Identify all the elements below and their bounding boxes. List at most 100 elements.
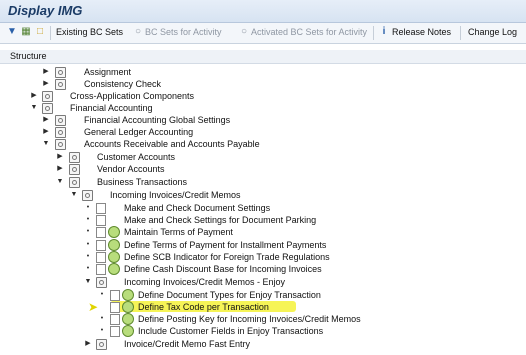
tree-node-ar-ap[interactable]: ▼ Accounts Receivable and Accounts Payab… [0,138,526,150]
img-activity-icon [69,164,80,175]
bc-sets-for-activity-button[interactable]: BC Sets for Activity [145,25,222,40]
tree-node-define-terms-installment[interactable]: • Define Terms of Payment for Installmen… [0,239,526,251]
structure-header: Structure [0,50,526,64]
collapse-arrow-icon[interactable]: ▼ [84,277,92,287]
tree-node-make-check-doc-settings[interactable]: • Make and Check Document Settings [0,202,526,214]
execute-clock-icon[interactable] [122,301,134,313]
tree-node-label: General Ledger Accounting [84,127,194,137]
toolbar-separator [50,26,51,40]
toolbar-separator [460,26,461,40]
document-icon [96,215,106,226]
execute-clock-icon[interactable] [108,263,120,275]
tree-node-fa-global-settings[interactable]: ▶ Financial Accounting Global Settings [0,114,526,126]
collapse-arrow-icon[interactable]: ▼ [70,190,78,200]
release-notes-button[interactable]: Release Notes [392,25,451,40]
tree-node-label: Vendor Accounts [97,164,165,174]
bc-set-icon: ○ [134,26,142,37]
expand-arrow-icon[interactable]: ▶ [42,67,50,77]
tree-node-label: Define Terms of Payment for Installment … [124,240,327,250]
tree-node-maintain-terms[interactable]: • Maintain Terms of Payment [0,226,526,238]
img-activity-icon [55,115,66,126]
tree-node-make-check-parking[interactable]: • Make and Check Settings for Document P… [0,214,526,226]
img-activity-icon [82,190,93,201]
collapse-arrow-icon[interactable]: ▼ [42,139,50,149]
collapse-arrow-icon[interactable]: ▼ [30,103,38,113]
execute-clock-icon[interactable] [108,226,120,238]
tree-node-vendor-accounts[interactable]: ▶ Vendor Accounts [0,163,526,175]
activated-bc-sets-button[interactable]: Activated BC Sets for Activity [251,25,367,40]
bullet-icon: • [86,241,90,248]
img-activity-icon [69,177,80,188]
tree-node-label: Make and Check Document Settings [124,203,271,213]
tree-node-include-customer-fields[interactable]: • Include Customer Fields in Enjoy Trans… [0,325,526,337]
tree-node-define-doc-types[interactable]: • Define Document Types for Enjoy Transa… [0,289,526,301]
document-icon [96,264,106,275]
execute-clock-icon[interactable] [108,251,120,263]
expand-arrow-icon[interactable]: ▶ [30,91,38,101]
document-icon [110,314,120,325]
tree-node-define-posting-key[interactable]: • Define Posting Key for Incoming Invoic… [0,313,526,325]
tree-node-cross-application[interactable]: ▶ Cross-Application Components [0,90,526,102]
tree-node-label: Define Document Types for Enjoy Transact… [138,290,321,300]
filter-icon[interactable]: ▼ [6,26,18,38]
tree-node-customer-accounts[interactable]: ▶ Customer Accounts [0,151,526,163]
bullet-icon: • [86,216,90,223]
info-icon: i [382,26,386,37]
tree-node-assignment[interactable]: ▶ Assignment [0,66,526,78]
toolbar-separator [373,26,374,40]
document-icon [110,326,120,337]
tree-node-financial-accounting[interactable]: ▼ Financial Accounting [0,102,526,114]
existing-bc-sets-button[interactable]: Existing BC Sets [56,25,123,40]
expand-arrow-icon[interactable]: ▶ [42,79,50,89]
tree-node-define-tax-code[interactable]: ➤ Define Tax Code per Transaction [0,301,526,313]
folder-icon[interactable]: □ [34,26,46,38]
tree-node-label: Business Transactions [97,177,188,187]
expand-arrow-icon[interactable]: ▶ [56,164,64,174]
tree-node-label: Maintain Terms of Payment [124,227,233,237]
bullet-icon: • [86,265,90,272]
tree-node-label: Incoming Invoices/Credit Memos [110,190,241,200]
toolbar: ▼ ▦ □ Existing BC Sets ○ BC Sets for Act… [0,23,526,44]
tree-node-gl-accounting[interactable]: ▶ General Ledger Accounting [0,126,526,138]
execute-clock-icon[interactable] [122,325,134,337]
expand-arrow-icon[interactable]: ▶ [42,127,50,137]
expand-arrow-icon[interactable]: ▶ [84,339,92,349]
window-title: Display IMG [8,3,83,18]
tree-node-label: Define Cash Discount Base for Incoming I… [124,264,322,274]
tree-node-invoice-fast-entry[interactable]: ▶ Invoice/Credit Memo Fast Entry [0,338,526,350]
tree-node-define-cash-discount[interactable]: • Define Cash Discount Base for Incoming… [0,263,526,275]
execute-clock-icon[interactable] [108,239,120,251]
expand-arrow-icon[interactable]: ▶ [42,115,50,125]
tree-node-label: Financial Accounting Global Settings [84,115,231,125]
tree-node-define-scb[interactable]: • Define SCB Indicator for Foreign Trade… [0,251,526,263]
img-tree[interactable]: ▶ Assignment ▶ Consistency Check ▶ Cross… [0,64,526,355]
img-activity-icon [42,91,53,102]
tree-node-incoming-enjoy[interactable]: ▼ Incoming Invoices/Credit Memos - Enjoy [0,276,526,288]
img-activity-icon [42,103,53,114]
tree-node-label: Consistency Check [84,79,162,89]
bullet-icon: • [86,204,90,211]
tree-node-label: Include Customer Fields in Enjoy Transac… [138,326,324,336]
execute-clock-icon[interactable] [122,313,134,325]
change-log-button[interactable]: Change Log [468,25,517,40]
tree-node-label: Cross-Application Components [70,91,195,101]
bullet-icon: • [86,253,90,260]
tree-node-consistency-check[interactable]: ▶ Consistency Check [0,78,526,90]
bullet-icon: • [100,327,104,334]
tree-node-incoming-invoices[interactable]: ▼ Incoming Invoices/Credit Memos [0,189,526,201]
execute-clock-icon[interactable] [122,289,134,301]
expand-arrow-icon[interactable]: ▶ [56,152,64,162]
tree-node-business-transactions[interactable]: ▼ Business Transactions [0,176,526,188]
img-activity-icon [96,339,107,350]
pointer-icon: ➤ [88,300,99,314]
document-icon [96,203,106,214]
tree-node-label: Invoice/Credit Memo Fast Entry [124,339,251,349]
img-activity-icon [55,67,66,78]
collapse-arrow-icon[interactable]: ▼ [56,177,64,187]
tree-node-label: Make and Check Settings for Document Par… [124,215,317,225]
bullet-icon: • [100,291,104,298]
tree-node-label: Customer Accounts [97,152,176,162]
tree-node-label: Financial Accounting [70,103,153,113]
tree-icon[interactable]: ▦ [20,26,32,38]
img-activity-icon [69,152,80,163]
